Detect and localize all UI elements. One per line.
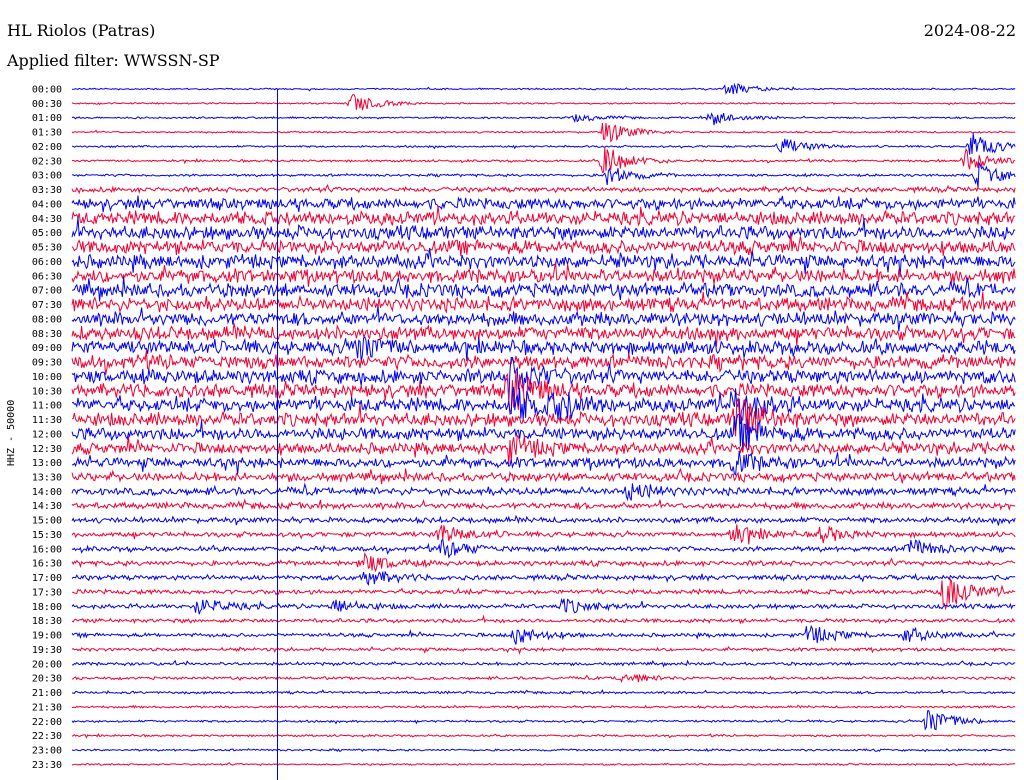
time-label: 22:00 [32,717,62,728]
trace-1730 [71,577,1016,611]
trace-2330 [71,762,1016,767]
trace-0430 [71,205,1016,227]
trace-0200 [71,133,1016,155]
time-label: 03:00 [32,171,62,182]
trace-1330 [71,467,1016,485]
time-label: 14:00 [32,487,62,498]
trace-0900 [71,336,1016,362]
trace-1830 [71,614,1016,625]
time-label: 18:00 [32,602,62,613]
time-label: 05:30 [32,243,62,254]
time-label: 23:00 [32,746,62,757]
time-label: 03:30 [32,185,62,196]
trace-0300 [72,161,1016,188]
trace-2300 [71,747,1016,753]
time-label: 01:00 [32,113,62,124]
trace-0230 [72,147,1016,174]
trace-1930 [71,645,1016,655]
trace-1430 [71,498,1016,511]
time-label: 08:30 [32,329,62,340]
time-label: 12:30 [32,444,62,455]
trace-2130 [71,704,1016,710]
time-label: 20:30 [32,674,62,685]
trace-0030 [71,94,1016,111]
trace-1400 [71,482,1016,502]
time-label: 08:00 [32,314,62,325]
time-label: 13:00 [32,458,62,469]
trace-0600 [71,247,1016,278]
time-label: 19:00 [32,631,62,642]
time-label: 11:30 [32,415,62,426]
time-label: 17:00 [32,573,62,584]
trace-2230 [71,733,1016,739]
time-label: 11:00 [32,401,62,412]
time-label: 16:30 [32,559,62,570]
time-labels-group: 00:00 00:30 01:00 01:30 02:00 02:30 03:00 03:30… [32,85,62,771]
time-label: 02:00 [32,142,62,153]
time-label: 09:30 [32,358,62,369]
time-label: 01:30 [32,128,62,139]
trace-1900 [71,624,1016,645]
time-label: 00:00 [32,85,62,96]
trace-1300 [71,451,1016,476]
time-label: 23:30 [32,760,62,771]
time-label: 15:00 [32,516,62,527]
trace-0400 [71,195,1016,213]
time-label: 16:00 [32,544,62,555]
time-label: 07:30 [32,300,62,311]
trace-0830 [71,323,1016,347]
time-label: 15:30 [32,530,62,541]
y-axis-label: HHZ - 50000 [6,400,17,466]
trace-0500 [71,217,1016,242]
trace-1700 [71,571,1016,587]
time-label: 13:30 [32,473,62,484]
trace-0000 [71,82,1016,95]
trace-0330 [71,183,1016,195]
trace-1530 [71,524,1016,545]
trace-1500 [71,514,1016,526]
time-label: 21:30 [32,702,62,713]
time-label: 20:00 [32,659,62,670]
trace-0130 [71,122,1016,143]
time-label: 10:30 [32,386,62,397]
time-label: 07:00 [32,286,62,297]
time-label: 18:30 [32,616,62,627]
time-label: 09:00 [32,343,62,354]
time-label: 10:00 [32,372,62,383]
trace-1600 [71,538,1016,559]
time-label: 14:30 [32,501,62,512]
trace-2100 [72,689,1016,695]
time-label: 05:00 [32,228,62,239]
time-label: 22:30 [32,731,62,742]
trace-2030 [71,673,1016,683]
time-label: 02:30 [32,156,62,167]
seismogram-plot: 00:00 00:30 01:00 01:30 02:00 02:30 03:00 03:30… [6,82,1016,780]
trace-2200 [71,710,1016,731]
trace-1800 [71,597,1016,615]
time-label: 17:30 [32,588,62,599]
traces-group [71,82,1016,767]
time-label: 12:00 [32,429,62,440]
time-label: 06:00 [32,257,62,268]
time-label: 19:30 [32,645,62,656]
time-label: 04:00 [32,200,62,211]
time-label: 04:30 [32,214,62,225]
trace-0730 [71,291,1016,314]
trace-0100 [71,112,1016,126]
trace-1630 [71,552,1016,573]
time-label: 00:30 [32,99,62,110]
trace-2000 [71,659,1016,668]
time-label: 06:30 [32,271,62,282]
time-label: 21:00 [32,688,62,699]
